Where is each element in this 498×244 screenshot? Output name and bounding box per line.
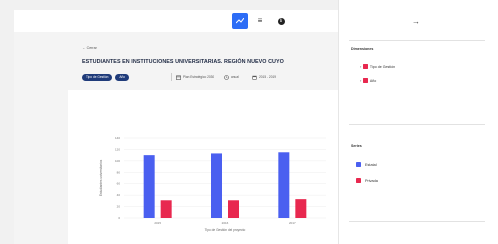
y-tick-label: 120	[115, 147, 120, 151]
panel-divider-2	[349, 124, 485, 125]
y-tick-label: 140	[115, 136, 120, 140]
x-tick-label: 2015	[154, 221, 161, 225]
y-tick-label: 0	[118, 216, 120, 220]
bar-chart: 0 20 40 60 80 100 120 140 Estudiantes universita…	[99, 136, 326, 232]
chevron-right-icon: ›	[360, 64, 362, 69]
series-checkbox-icon[interactable]	[356, 162, 361, 167]
bar-privada-2016	[228, 200, 239, 218]
y-tick-label: 80	[117, 170, 121, 174]
bar-chart-icon	[236, 18, 244, 24]
dimensions-heading: Dimensiones	[351, 47, 374, 51]
checkbox-icon[interactable]	[363, 64, 368, 69]
close-link[interactable]: ← Cerrar	[82, 46, 97, 50]
calendar-range-icon	[252, 75, 257, 80]
bar-privada-2015	[160, 200, 172, 218]
main-area: ≡ i ← Cerrar ESTUDIANTES EN INSTITUCIONE…	[0, 0, 338, 244]
dimension-item-anio[interactable]: › Año	[360, 78, 376, 83]
panel-divider-1	[349, 40, 485, 41]
list-icon: ≡	[257, 16, 263, 25]
table-view-button[interactable]: ≡	[252, 13, 268, 29]
chevron-right-icon: ›	[360, 78, 362, 83]
dimension-label: Tipo de Gestión	[369, 64, 396, 69]
series-item-estatal[interactable]: Estatal	[356, 162, 377, 167]
collapse-arrow-icon[interactable]: →	[412, 18, 420, 26]
page-title: ESTUDIANTES EN INSTITUCIONES UNIVERSITAR…	[82, 59, 284, 65]
y-axis-label: Estudiantes universitarios	[99, 159, 103, 196]
series-label: Estatal	[365, 162, 377, 167]
y-tick-label: 20	[117, 205, 121, 209]
bar-estatal-2015	[143, 155, 155, 218]
meta-plan: Plan Estratégico 2030	[176, 74, 214, 80]
x-tick-label: 2017	[289, 221, 296, 225]
chip-tipo-gestion[interactable]: Tipo de Gestión	[82, 73, 113, 81]
series-checkbox-icon[interactable]	[356, 178, 361, 183]
chart-card: 0 20 40 60 80 100 120 140 Estudiantes universita…	[68, 90, 338, 244]
series-item-privada[interactable]: Privada	[356, 178, 378, 183]
checkbox-icon[interactable]	[363, 78, 368, 83]
dimension-label: Año	[369, 78, 377, 83]
view-toolbar: ≡ i	[14, 10, 338, 32]
meta-period: 2015 - 2019	[252, 74, 276, 80]
meta-frequency-label: anual	[231, 75, 239, 79]
clock-icon	[224, 74, 229, 80]
y-tick-label: 40	[117, 193, 121, 197]
series-heading: Series	[351, 144, 362, 148]
dimension-item-tipo-gestion[interactable]: › Tipo de Gestión	[360, 64, 395, 69]
bar-privada-2017	[295, 199, 307, 218]
bar-estatal-2017	[278, 152, 290, 218]
info-icon: i	[277, 17, 285, 25]
y-tick-label: 100	[115, 159, 120, 163]
x-tick-label: 2016	[222, 221, 229, 225]
meta-frequency: anual	[224, 74, 239, 80]
calendar-icon	[176, 75, 181, 80]
chips-separator	[171, 73, 172, 81]
panel-divider-3	[349, 221, 485, 222]
info-button[interactable]: i	[273, 13, 289, 29]
x-axis-label: Tipo de Gestión del proyecto	[205, 228, 246, 232]
bar-estatal-2016	[211, 153, 222, 218]
chart-view-button[interactable]	[232, 13, 248, 29]
series-panel: → Dimensiones › Tipo de Gestión › Año Se…	[339, 0, 498, 244]
y-tick-label: 60	[117, 182, 121, 186]
meta-period-label: 2015 - 2019	[259, 75, 277, 79]
dimension-chips: Tipo de Gestión Año	[82, 73, 130, 81]
meta-plan-label: Plan Estratégico 2030	[183, 75, 215, 79]
series-label: Privada	[365, 178, 378, 183]
chip-anio[interactable]: Año	[115, 73, 130, 81]
